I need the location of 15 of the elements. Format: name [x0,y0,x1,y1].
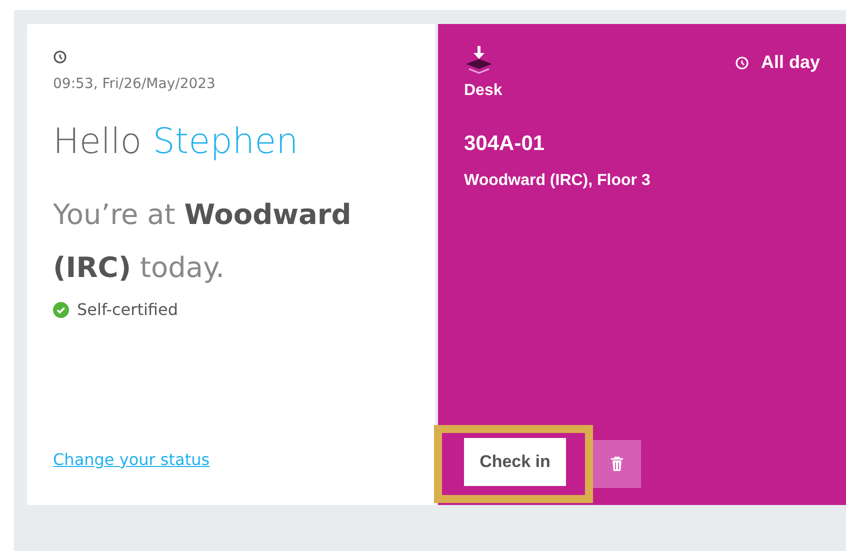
desk-location: Woodward (IRC), Floor 3 [464,172,652,190]
duration-label: All day [760,52,820,73]
date-time: 09:53, Fri/26/May/2023 [53,76,216,92]
trash-icon [610,456,624,472]
booking-type: Desk [464,82,504,100]
greeting: Hello [53,122,142,162]
clock-icon [53,50,67,64]
location-sentence: You’re at Woodward (IRC) today. [53,197,352,286]
check-in-button[interactable]: Check in [464,438,566,486]
delete-button[interactable] [593,440,641,488]
desk-id: 304A-01 [464,132,546,156]
user-name: Stephen [152,122,298,162]
clock-icon [734,56,749,70]
desk-icon [464,44,494,74]
status-label: Self-certified [77,300,178,319]
